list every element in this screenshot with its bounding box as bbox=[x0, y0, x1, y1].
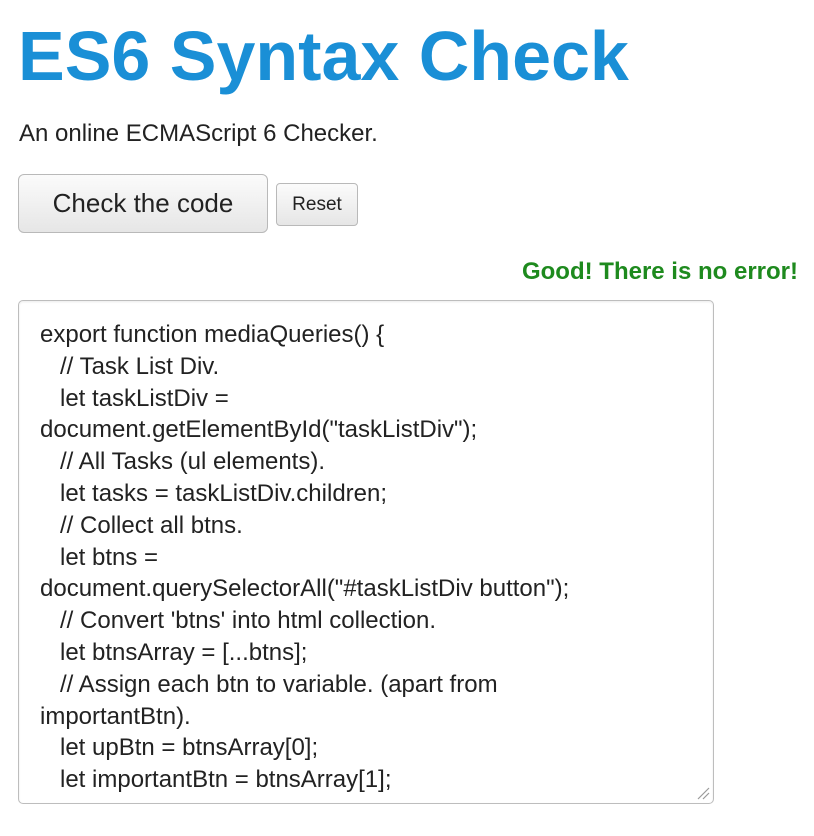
code-line: let btnsArray = [...btns]; bbox=[40, 638, 308, 666]
code-line: document.getElementById("taskListDiv"); bbox=[40, 416, 478, 444]
page-subtitle: An online ECMAScript 6 Checker. bbox=[19, 120, 378, 147]
code-line: // Assign each btn to variable. (apart f… bbox=[40, 670, 498, 698]
check-code-button[interactable]: Check the code bbox=[18, 174, 268, 233]
code-line: document.querySelectorAll("#taskListDiv … bbox=[40, 575, 570, 603]
code-line: // Collect all btns. bbox=[40, 511, 243, 539]
code-line: // Task List Div. bbox=[40, 352, 220, 380]
code-line: let btns = bbox=[40, 543, 159, 571]
code-line: // Convert 'btns' into html collection. bbox=[40, 607, 436, 635]
page: ES6 Syntax Check An online ECMAScript 6 … bbox=[0, 0, 814, 836]
page-title: ES6 Syntax Check bbox=[18, 17, 629, 95]
code-line: importantBtn). bbox=[40, 702, 191, 730]
code-line: let tasks = taskListDiv.children; bbox=[40, 479, 388, 507]
code-line: // All Tasks (ul elements). bbox=[40, 448, 325, 476]
code-line: let importantBtn = btnsArray[1]; bbox=[40, 766, 392, 794]
code-line: let taskListDiv = bbox=[40, 384, 229, 412]
reset-button[interactable]: Reset bbox=[276, 183, 358, 226]
status-message: Good! There is no error! bbox=[521, 258, 798, 285]
code-textarea[interactable]: export function mediaQueries() { // Task… bbox=[18, 300, 714, 804]
code-content[interactable]: export function mediaQueries() { // Task… bbox=[40, 319, 680, 799]
code-line: let upBtn = btnsArray[0]; bbox=[40, 734, 319, 762]
resize-grip-icon[interactable] bbox=[696, 786, 710, 800]
code-line: export function mediaQueries() { bbox=[40, 321, 385, 348]
